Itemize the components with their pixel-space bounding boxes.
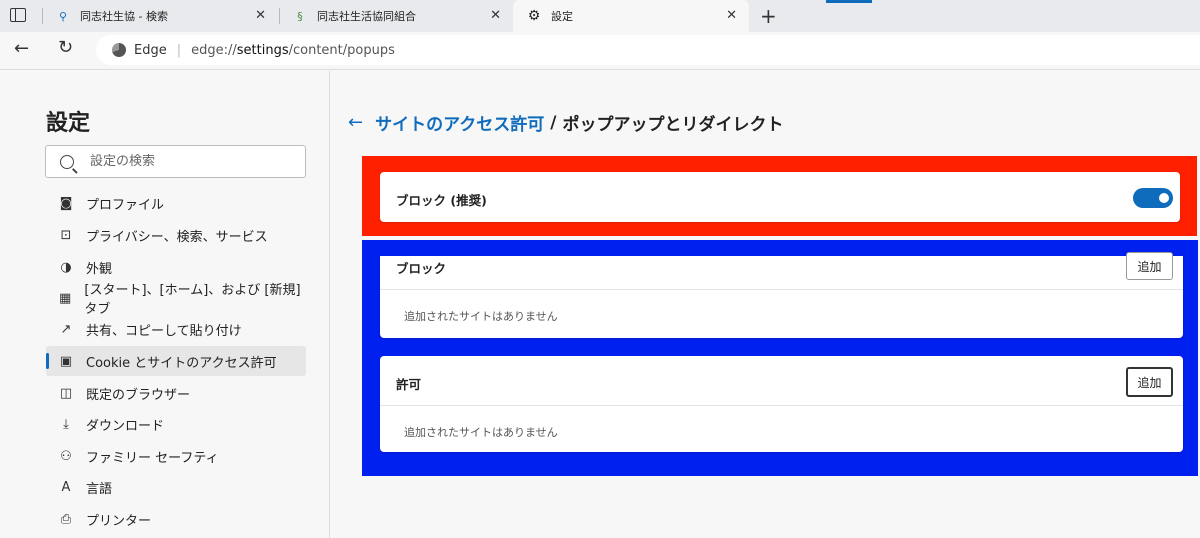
close-icon[interactable]: ✕ [490,8,501,23]
sidebar-item-languages[interactable]: A 言語 [46,472,306,502]
tab-title: 設定 [551,10,573,23]
back-arrow-icon[interactable]: ← [348,112,363,133]
family-icon: ⚇ [60,448,72,464]
cookie-icon: ▣ [59,353,73,369]
block-list-empty-text: 追加されたサイトはありません [404,310,558,323]
sidebar-item-label: プロファイル [86,197,165,213]
tab-settings[interactable]: ⚙ 設定 ✕ [513,0,749,32]
sidebar-item-privacy[interactable]: ⊡ プライバシー、検索、サービス [46,220,306,250]
block-list-title: ブロック [396,261,447,276]
sidebar-item-label: Cookie とサイトのアクセス許可 [86,355,277,371]
tab-actions-icon[interactable] [10,8,26,22]
back-button[interactable]: ← [14,38,29,59]
sidebar-item-family[interactable]: ⚇ ファミリー セーフティ [46,441,306,471]
url-prefix: edge:// [191,42,237,58]
add-allow-site-button[interactable]: 追加 [1126,367,1173,397]
language-icon: A [61,479,71,495]
tab-search[interactable]: ⚲ 同志社生協 - 検索 ✕ [42,0,278,32]
settings-sidebar: 設定 ◙ プロファイル ⊡ プライバシー、検索、サービス ◑ 外観 ▦ [スタート]、[… [0,71,330,538]
printer-icon: ⎙ [60,511,72,527]
breadcrumb: ← サイトのアクセス許可 / ポップアップとリダイレクト [348,110,783,135]
url-path: /content/popups [288,42,395,58]
sidebar-item-appearance[interactable]: ◑ 外観 [46,252,306,282]
block-list-card: ブロック 追加 追加されたサイトはありません [380,252,1183,338]
url-text: edge://settings/content/popups [191,43,395,58]
breadcrumb-current: ポップアップとリダイレクト [562,115,784,135]
lock-icon: ⊡ [60,227,72,243]
sidebar-item-profile[interactable]: ◙ プロファイル [46,188,306,218]
close-icon[interactable]: ✕ [726,8,737,23]
home-grid-icon: ▦ [59,290,72,306]
tab-title: 同志社生活協同組合 [317,10,416,23]
appearance-icon: ◑ [60,259,72,275]
allow-list-title: 許可 [396,377,422,392]
sidebar-item-start-home[interactable]: ▦ [スタート]、[ホーム]、および [新規] タブ [46,283,306,317]
breadcrumb-parent-link[interactable]: サイトのアクセス許可 [375,110,544,135]
profile-icon: ◙ [59,195,73,211]
toolbar: ← ↻ Edge | edge://settings/content/popup… [0,32,1200,70]
gear-icon: ⚙ [527,8,541,24]
settings-search[interactable] [45,145,306,178]
download-icon: ⤓ [63,416,69,432]
tab-coop[interactable]: § 同志社生活協同組合 ✕ [279,0,513,32]
sidebar-item-label: 既定のブラウザー [86,387,191,403]
window-accent-line [826,0,872,3]
sidebar-item-label: 共有、コピーして貼り付け [86,323,242,339]
breadcrumb-separator: / [550,112,557,133]
add-block-site-button[interactable]: 追加 [1126,252,1173,280]
divider [380,289,1183,290]
address-separator: | [176,42,182,58]
sidebar-item-cookies[interactable]: ▣ Cookie とサイトのアクセス許可 [46,346,306,376]
block-toggle-switch[interactable] [1133,188,1173,208]
allow-list-card: 許可 追加 追加されたサイトはありません [380,356,1183,452]
search-icon: ⚲ [58,9,68,23]
block-toggle-label: ブロック (推奨) [396,193,487,208]
edge-logo-icon [112,43,126,57]
sidebar-item-label: ファミリー セーフティ [86,450,219,466]
sidebar-item-printers[interactable]: ⎙ プリンター [46,504,306,534]
sidebar-item-label: プライバシー、検索、サービス [86,229,268,245]
sidebar-item-label: [スタート]、[ホーム]、および [新規] タブ [84,283,301,317]
page-title: 設定 [46,111,91,136]
allow-list-empty-text: 追加されたサイトはありません [404,426,558,439]
sidebar-item-default-browser[interactable]: ◫ 既定のブラウザー [46,378,306,408]
sidebar-item-downloads[interactable]: ⤓ ダウンロード [46,409,306,439]
divider [380,405,1183,406]
sidebar-item-label: 言語 [86,481,113,497]
share-icon: ↗ [60,321,72,337]
close-icon[interactable]: ✕ [255,8,266,23]
sidebar-item-share[interactable]: ↗ 共有、コピーして貼り付け [46,314,306,344]
tab-strip: ⚲ 同志社生協 - 検索 ✕ § 同志社生活協同組合 ✕ ⚙ 設定 ✕ + [0,0,1200,32]
search-icon [60,154,74,169]
sidebar-item-label: プリンター [86,513,152,529]
reload-button[interactable]: ↻ [58,37,73,58]
block-toggle-card: ブロック (推奨) [380,172,1180,222]
search-input[interactable] [90,154,290,169]
site-icon: § [297,9,303,23]
sidebar-item-label: 外観 [86,261,113,277]
tab-title: 同志社生協 - 検索 [80,10,168,23]
url-host: settings [236,42,289,58]
address-bar[interactable]: Edge | edge://settings/content/popups [96,35,1200,65]
edge-label: Edge [134,42,167,58]
sidebar-item-label: ダウンロード [86,418,165,434]
browser-icon: ◫ [59,385,73,401]
new-tab-button[interactable]: + [760,4,777,28]
